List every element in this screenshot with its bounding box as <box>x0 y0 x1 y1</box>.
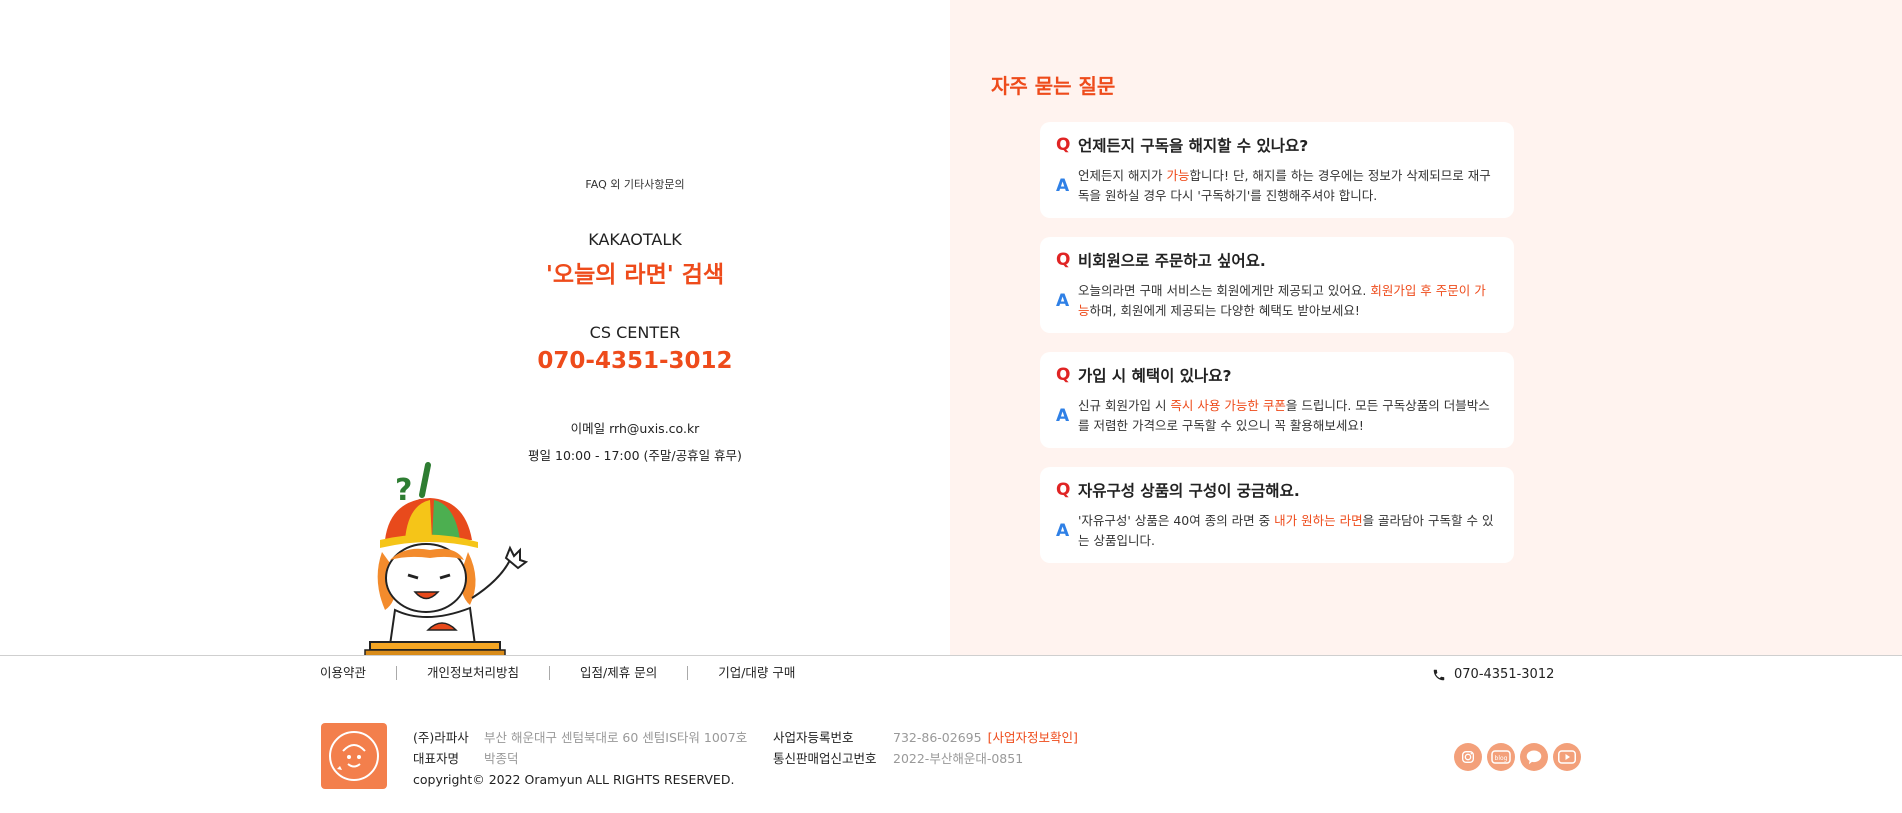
faq-item[interactable]: Q 가입 시 혜택이 있나요? A 신규 회원가입 시 즉시 사용 가능한 쿠폰을 … <box>1040 352 1514 448</box>
social-links: blog <box>1454 743 1581 771</box>
kakaotalk-search-text: '오늘의 라면' 검색 <box>545 262 725 288</box>
biz-info-link[interactable]: [사업자정보확인] <box>988 730 1078 745</box>
footer-nav: 이용약관 개인정보처리방침 입점/제휴 문의 기업/대량 구매 <box>320 666 825 680</box>
question-mark: Q <box>1056 250 1071 270</box>
kakao-talk-icon[interactable] <box>1520 743 1548 771</box>
footer-phone[interactable]: 070-4351-3012 <box>1432 667 1554 682</box>
faq-title: 자주 묻는 질문 <box>991 74 1116 98</box>
terms-link[interactable]: 이용약관 <box>320 666 396 680</box>
biz-reg-label: 사업자등록번호 <box>773 730 854 745</box>
kakaotalk-title: KAKAOTALK <box>588 230 682 249</box>
faq-question: 자유구성 상품의 구성이 궁금해요. <box>1078 482 1300 500</box>
contact-email: 이메일 rrh@uxis.co.kr <box>570 421 700 436</box>
phone-icon <box>1433 669 1445 680</box>
ceo-label: 대표자명 <box>413 751 460 766</box>
faq-question: 가입 시 혜택이 있나요? <box>1078 367 1232 385</box>
company-name: (주)라파사 <box>413 730 469 745</box>
mascot-illustration: ? <box>364 462 529 656</box>
logo-mascot-icon <box>329 731 379 781</box>
faq-answer: 신규 회원가입 시 즉시 사용 가능한 쿠폰을 드립니다. 모든 구독상품의 더… <box>1078 398 1490 433</box>
answer-mark: A <box>1056 291 1070 311</box>
faq-item[interactable]: Q 언제든지 구독을 해지할 수 있나요? A 언제든지 해지가 가능합니다! 단,… <box>1040 122 1514 218</box>
faq-answer: '자유구성' 상품은 40여 종의 라면 중 내가 원하는 라면을 골라담아 구… <box>1078 513 1494 548</box>
instagram-icon[interactable] <box>1454 743 1482 771</box>
faq-item[interactable]: Q 비회원으로 주문하고 싶어요. A 오늘의라면 구매 서비스는 회원에게만 제공… <box>1040 237 1514 333</box>
faq-answer: 언제든지 해지가 가능합니다! 단, 해지를 하는 경우에는 정보가 삭제되므로… <box>1078 168 1491 203</box>
mail-order-label: 통신판매업신고번호 <box>773 751 877 766</box>
mail-order-number: 2022-부산해운대-0851 <box>893 751 1024 766</box>
privacy-policy-link[interactable]: 개인정보처리방침 <box>396 666 549 680</box>
faq-item[interactable]: Q 자유구성 상품의 구성이 궁금해요. A '자유구성' 상품은 40여 종의 라… <box>1040 467 1514 563</box>
question-mark: Q <box>1056 365 1071 385</box>
cs-center-title: CS CENTER <box>589 323 681 342</box>
answer-mark: A <box>1056 406 1070 426</box>
partnership-link[interactable]: 입점/제휴 문의 <box>549 666 687 680</box>
answer-mark: A <box>1056 521 1070 541</box>
footer-divider <box>0 655 1902 656</box>
youtube-icon[interactable] <box>1553 743 1581 771</box>
company-info: (주)라파사 부산 해운대구 센텀북대로 60 센텀IS타워 1007호 대표자명… <box>413 727 747 790</box>
footer-phone-number: 070-4351-3012 <box>1454 667 1555 682</box>
svg-text:blog: blog <box>1495 755 1508 762</box>
answer-mark: A <box>1056 176 1070 196</box>
question-mark: Q <box>1056 135 1071 155</box>
company-logo <box>321 723 387 789</box>
cs-center-phone[interactable]: 070-4351-3012 <box>380 348 890 374</box>
ceo-name: 박종덕 <box>484 751 519 766</box>
blog-icon[interactable]: blog <box>1487 743 1515 771</box>
faq-answer: 오늘의라면 구매 서비스는 회원에게만 제공되고 있어요. 회원가입 후 주문이… <box>1078 283 1486 318</box>
business-info: 사업자등록번호 732-86-02695 [사업자정보확인] 통신판매업신고번호 20… <box>773 727 1078 769</box>
company-address: 부산 해운대구 센텀북대로 60 센텀IS타워 1007호 <box>484 730 748 745</box>
contact-heading: FAQ 외 기타사항문의 <box>585 178 685 191</box>
faq-question: 언제든지 구독을 해지할 수 있나요? <box>1078 137 1309 155</box>
question-mark: Q <box>1056 480 1071 500</box>
contact-panel: FAQ 외 기타사항문의 KAKAOTALK '오늘의 라면' 검색 CS CE… <box>0 0 950 656</box>
bulk-purchase-link[interactable]: 기업/대량 구매 <box>687 666 825 680</box>
faq-question: 비회원으로 주문하고 싶어요. <box>1078 252 1266 270</box>
contact-info: FAQ 외 기타사항문의 KAKAOTALK '오늘의 라면' 검색 CS CE… <box>380 176 890 464</box>
biz-reg-number: 732-86-02695 <box>893 730 982 745</box>
copyright: copyright© 2022 Oramyun ALL RIGHTS RESER… <box>413 772 735 787</box>
